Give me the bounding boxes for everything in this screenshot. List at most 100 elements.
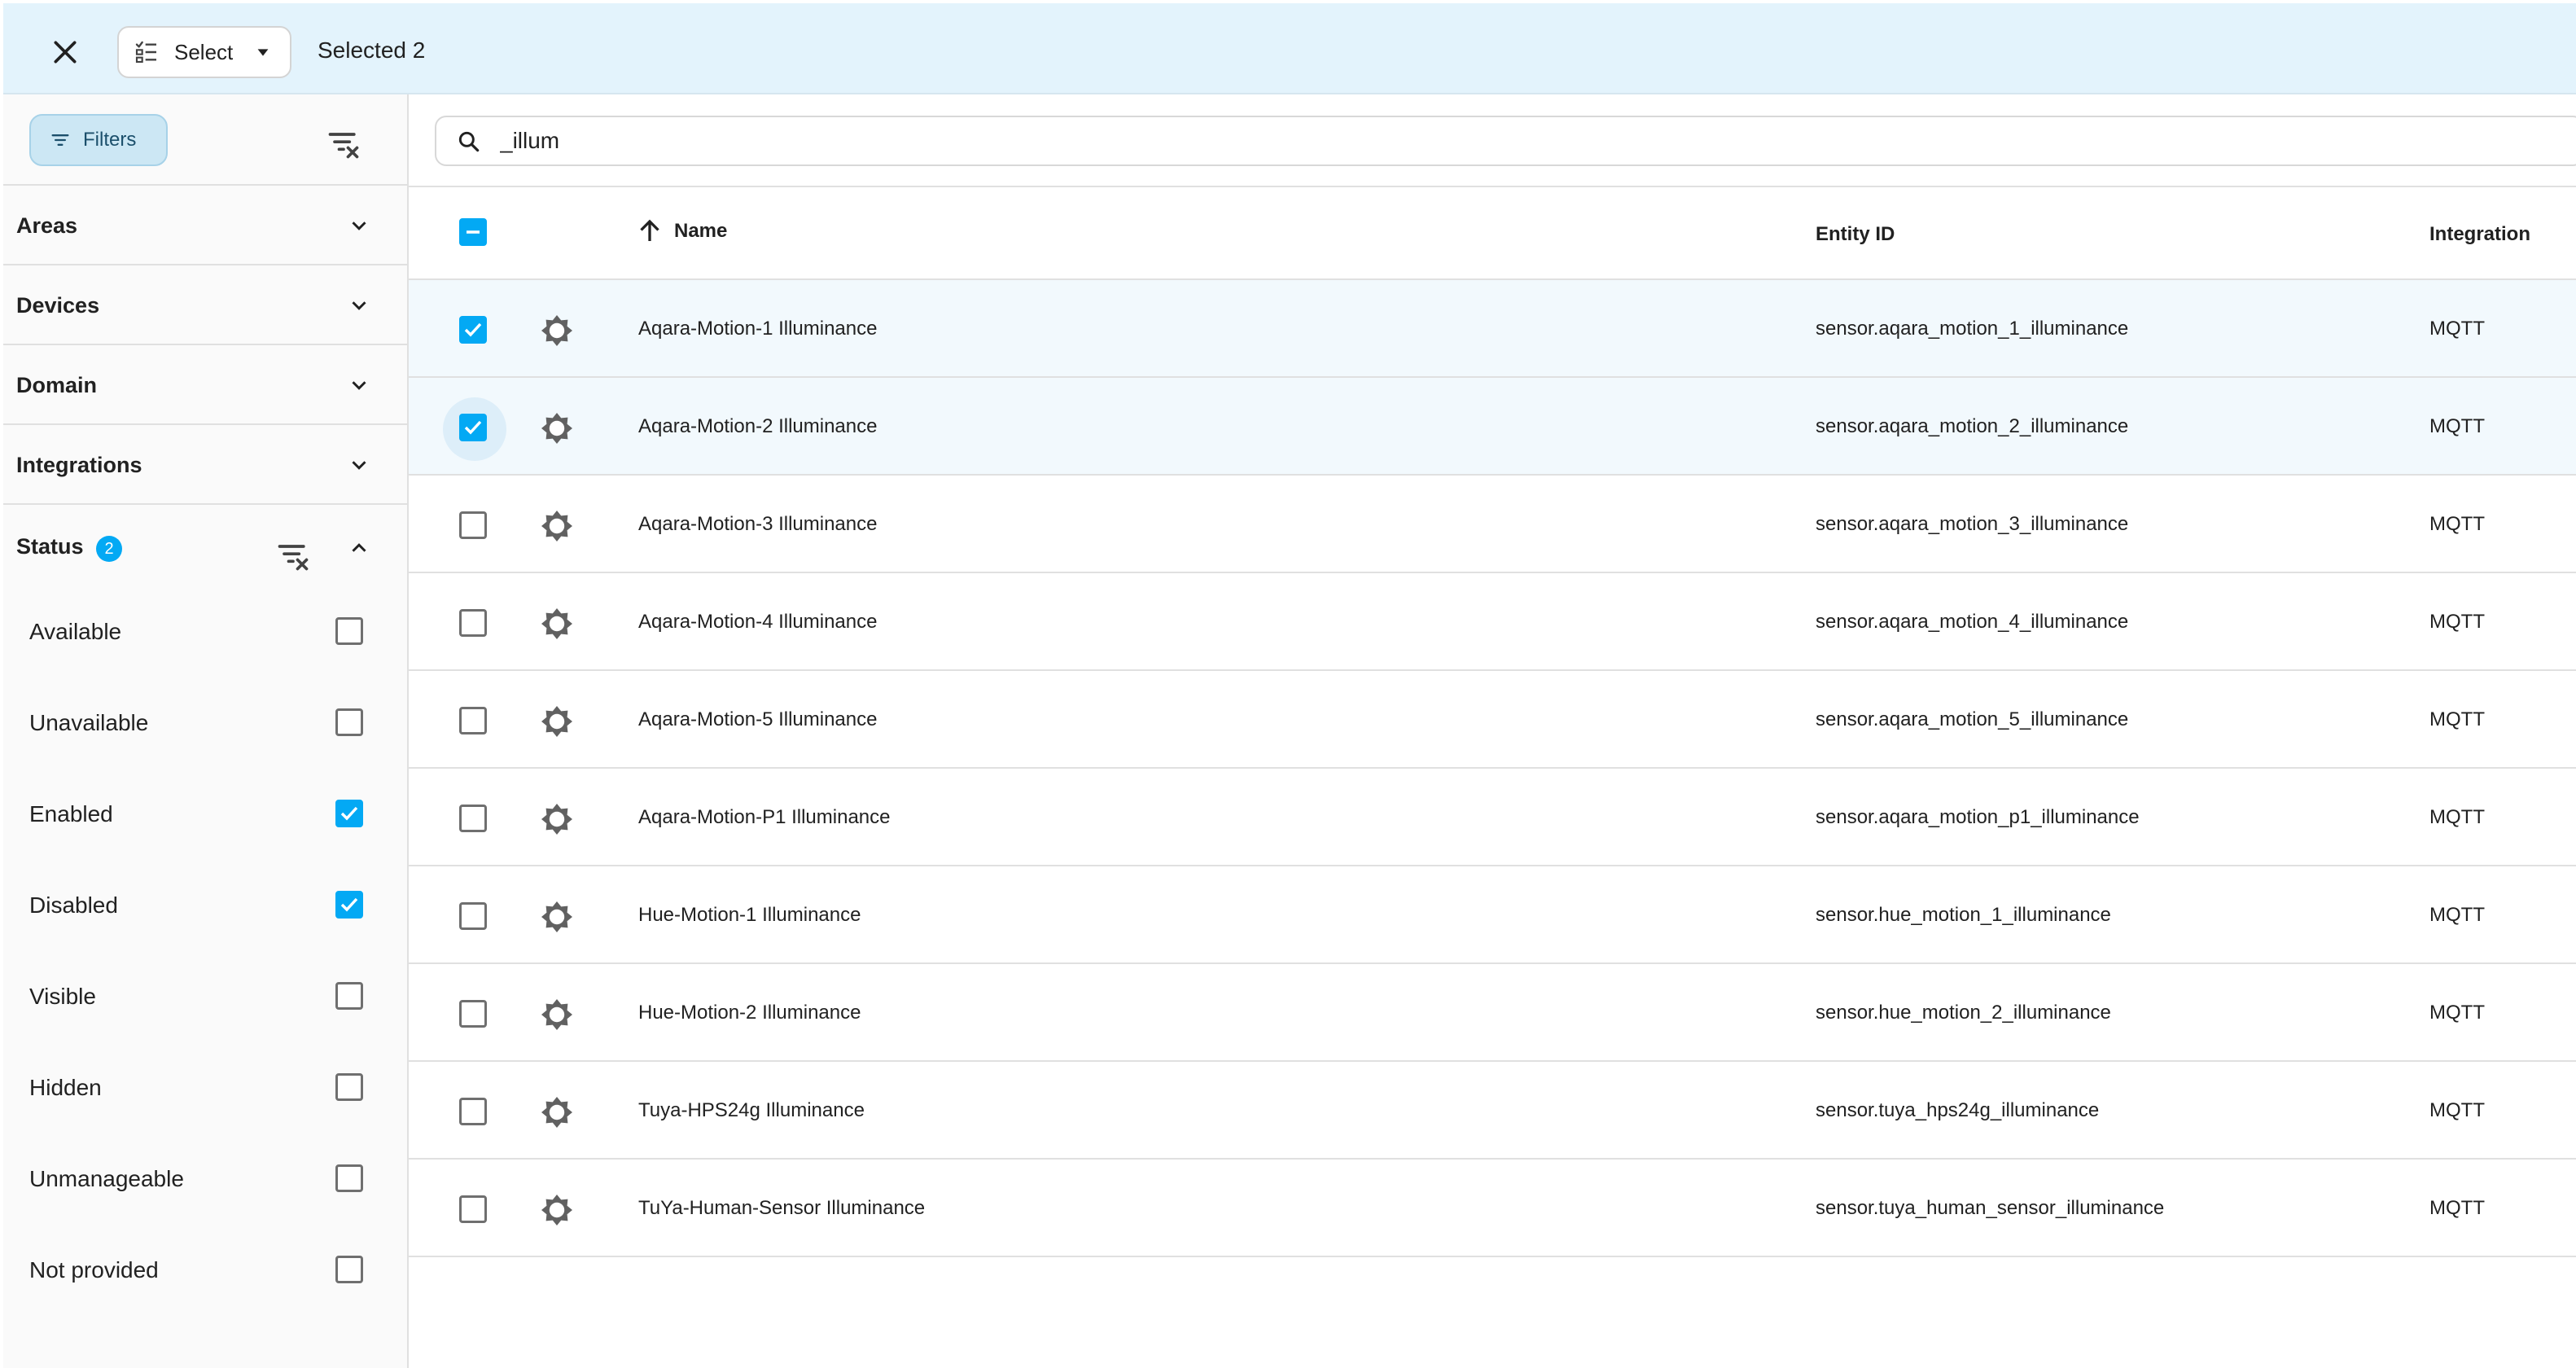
entities-table: Name Entity ID Integration Aqara-Motion-… xyxy=(409,186,2576,1257)
filter-section-devices[interactable]: Devices xyxy=(3,265,407,345)
entity-name: Aqara-Motion-P1 Illuminance xyxy=(638,806,891,828)
status-filter-checkbox[interactable] xyxy=(335,982,363,1010)
row-select-checkbox[interactable] xyxy=(459,902,487,930)
check-icon xyxy=(340,806,358,821)
column-header-integration[interactable]: Integration xyxy=(2429,223,2530,246)
entity-name: Hue-Motion-2 Illuminance xyxy=(638,1002,861,1024)
select-mode-button[interactable]: Select xyxy=(117,26,291,78)
entity-name: Aqara-Motion-1 Illuminance xyxy=(638,318,878,340)
row-select-checkbox[interactable] xyxy=(459,805,487,832)
table-header: Name Entity ID Integration xyxy=(409,186,2576,280)
table-body: Aqara-Motion-1 Illuminance sensor.aqara_m… xyxy=(409,280,2576,1257)
table-row[interactable]: Aqara-Motion-5 Illuminance sensor.aqara_m… xyxy=(409,671,2576,769)
filter-icon xyxy=(51,134,69,146)
status-filter-label: Not provided xyxy=(29,1257,159,1282)
entity-integration: MQTT xyxy=(2429,806,2485,828)
filter-remove-icon[interactable] xyxy=(326,125,361,161)
search-input[interactable] xyxy=(498,124,1475,158)
table-row[interactable]: Hue-Motion-2 Illuminance sensor.hue_motio… xyxy=(409,964,2576,1062)
entity-integration: MQTT xyxy=(2429,415,2485,437)
row-select-checkbox[interactable] xyxy=(459,1000,487,1028)
entity-id: sensor.aqara_motion_3_illuminance xyxy=(1816,513,2129,535)
entity-name: Aqara-Motion-4 Illuminance xyxy=(638,611,878,633)
status-filter-option[interactable]: Enabled xyxy=(3,769,407,860)
row-select-checkbox[interactable] xyxy=(459,316,487,344)
status-filter-label: Available xyxy=(29,619,122,644)
status-filter-option[interactable]: Visible xyxy=(3,951,407,1042)
table-row[interactable]: Aqara-Motion-P1 Illuminance sensor.aqara_… xyxy=(409,769,2576,866)
entity-id: sensor.aqara_motion_5_illuminance xyxy=(1816,708,2129,730)
entity-name: Aqara-Motion-2 Illuminance xyxy=(638,415,878,437)
status-filter-checkbox[interactable] xyxy=(335,1073,363,1101)
entity-integration: MQTT xyxy=(2429,708,2485,730)
status-filter-option[interactable]: Hidden xyxy=(3,1042,407,1133)
status-filter-list: Available Unavailable Enabled Disabled Visib… xyxy=(3,586,407,1316)
select-all-checkbox[interactable] xyxy=(459,218,487,246)
brightness-icon xyxy=(541,706,572,737)
status-filter-checkbox[interactable] xyxy=(335,800,363,827)
status-filter-label: Unavailable xyxy=(29,710,149,735)
entity-name: Aqara-Motion-5 Illuminance xyxy=(638,708,878,730)
search-icon xyxy=(458,131,480,152)
filter-section-title: Integrations xyxy=(16,453,142,477)
entity-name: Tuya-HPS24g Illuminance xyxy=(638,1099,865,1121)
status-filter-option[interactable]: Disabled xyxy=(3,860,407,951)
brightness-icon xyxy=(541,413,572,444)
column-header-entity-id[interactable]: Entity ID xyxy=(1816,223,1895,246)
entity-id: sensor.hue_motion_1_illuminance xyxy=(1816,904,2111,926)
chevron-down-icon xyxy=(352,301,366,310)
filter-section-integrations[interactable]: Integrations xyxy=(3,425,407,505)
check-icon xyxy=(340,897,358,912)
entity-name: Hue-Motion-1 Illuminance xyxy=(638,904,861,926)
status-filter-checkbox[interactable] xyxy=(335,1256,363,1283)
filters-header: Filters xyxy=(3,94,407,186)
status-filter-option[interactable]: Not provided xyxy=(3,1225,407,1316)
close-selection-button[interactable] xyxy=(36,23,94,81)
status-filter-option[interactable]: Unavailable xyxy=(3,677,407,769)
chevron-down-icon xyxy=(352,461,366,470)
select-list-icon xyxy=(135,41,156,64)
chevron-up-icon[interactable] xyxy=(347,536,371,560)
filter-section-domain[interactable]: Domain xyxy=(3,345,407,425)
entity-integration: MQTT xyxy=(2429,904,2485,926)
table-row[interactable]: Aqara-Motion-1 Illuminance sensor.aqara_m… xyxy=(409,280,2576,378)
table-row[interactable]: Aqara-Motion-3 Illuminance sensor.aqara_m… xyxy=(409,476,2576,573)
table-row[interactable]: Aqara-Motion-2 Illuminance sensor.aqara_m… xyxy=(409,378,2576,476)
status-filter-checkbox[interactable] xyxy=(335,891,363,919)
entity-integration: MQTT xyxy=(2429,318,2485,340)
entity-integration: MQTT xyxy=(2429,1197,2485,1219)
check-icon xyxy=(464,420,482,435)
row-select-checkbox[interactable] xyxy=(459,414,487,441)
entity-integration: MQTT xyxy=(2429,1099,2485,1121)
row-select-checkbox[interactable] xyxy=(459,707,487,734)
sort-by-name-header[interactable]: Name xyxy=(635,217,727,246)
entity-integration: MQTT xyxy=(2429,1002,2485,1024)
selected-count-text: Selected 2 xyxy=(318,37,426,63)
status-filter-option[interactable]: Available xyxy=(3,586,407,677)
table-row[interactable]: Aqara-Motion-4 Illuminance sensor.aqara_m… xyxy=(409,573,2576,671)
status-filter-option[interactable]: Unmanageable xyxy=(3,1133,407,1225)
row-select-checkbox[interactable] xyxy=(459,609,487,637)
row-select-checkbox[interactable] xyxy=(459,1098,487,1125)
status-filter-checkbox[interactable] xyxy=(335,708,363,736)
status-filter-checkbox[interactable] xyxy=(335,617,363,645)
filter-remove-icon[interactable] xyxy=(275,537,311,573)
filter-section-title: Status xyxy=(16,534,84,559)
status-filter-count-badge: 2 xyxy=(96,536,122,562)
search-bar xyxy=(435,116,2576,166)
filters-pane: Filters Areas Devices Domain Integration… xyxy=(3,94,409,1368)
entity-name: TuYa-Human-Sensor Illuminance xyxy=(638,1197,926,1219)
entity-id: sensor.aqara_motion_1_illuminance xyxy=(1816,318,2129,340)
selection-toolbar: Select Selected 2 xyxy=(3,3,2576,94)
filter-section-areas[interactable]: Areas xyxy=(3,186,407,265)
filter-section-status[interactable]: Status 2 xyxy=(3,505,407,586)
entity-id: sensor.tuya_human_sensor_illuminance xyxy=(1816,1197,2165,1219)
table-row[interactable]: Tuya-HPS24g Illuminance sensor.tuya_hps24… xyxy=(409,1062,2576,1160)
table-row[interactable]: Hue-Motion-1 Illuminance sensor.hue_motio… xyxy=(409,866,2576,964)
table-row[interactable]: TuYa-Human-Sensor Illuminance sensor.tuya… xyxy=(409,1160,2576,1257)
status-filter-checkbox[interactable] xyxy=(335,1164,363,1192)
row-select-checkbox[interactable] xyxy=(459,511,487,539)
filters-toggle-button[interactable]: Filters xyxy=(29,114,168,166)
indeterminate-icon xyxy=(467,230,480,234)
row-select-checkbox[interactable] xyxy=(459,1195,487,1223)
